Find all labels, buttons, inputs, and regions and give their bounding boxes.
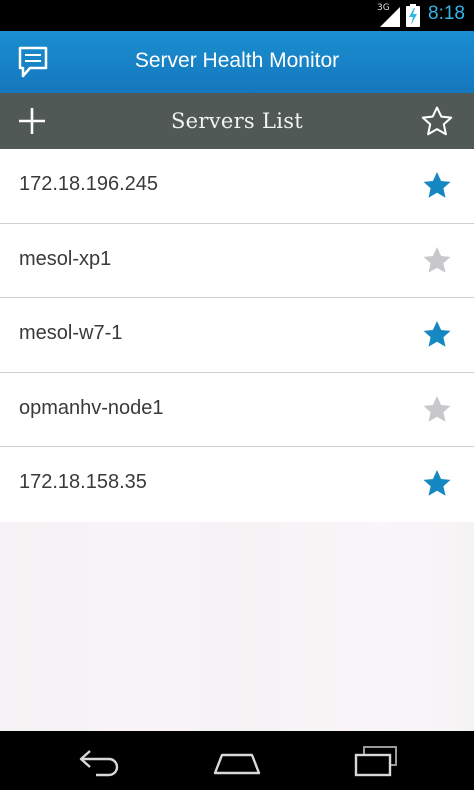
server-name: 172.18.196.245 <box>19 173 159 195</box>
clock: 8:18 <box>428 3 465 24</box>
server-list: 172.18.196.245 mesol-xp1 mesol-w7-1 opma… <box>0 149 474 731</box>
server-row[interactable]: mesol-xp1 <box>0 223 474 298</box>
home-icon[interactable] <box>212 745 262 777</box>
app-title: Server Health Monitor <box>134 49 340 72</box>
favorite-star-icon[interactable] <box>422 171 452 200</box>
servers-toolbar: Servers List <box>0 93 474 149</box>
server-name: mesol-xp1 <box>19 247 112 270</box>
favorite-star-icon[interactable] <box>422 469 452 498</box>
server-name: mesol-w7-1 <box>19 322 123 344</box>
server-row[interactable]: 172.18.196.245 <box>0 149 474 224</box>
signal-strength-icon <box>380 7 400 27</box>
app-header: Server Health Monitor <box>0 31 474 93</box>
server-name: opmanhv-node1 <box>19 396 164 419</box>
status-bar: 3G 8:18 <box>0 0 474 31</box>
server-row[interactable]: opmanhv-node1 <box>0 372 474 447</box>
favorite-star-icon[interactable] <box>422 246 452 275</box>
server-row[interactable]: mesol-w7-1 <box>0 298 474 373</box>
favorites-filter-star-icon[interactable] <box>421 106 453 136</box>
back-arrow-icon[interactable] <box>76 745 122 777</box>
servers-list-title: Servers List <box>170 109 304 133</box>
server-name: 172.18.158.35 <box>19 471 147 493</box>
recent-apps-icon[interactable] <box>352 745 400 777</box>
server-row[interactable]: 172.18.158.35 <box>0 447 474 522</box>
favorite-star-icon[interactable] <box>422 320 452 349</box>
battery-charging-icon <box>406 4 420 27</box>
favorite-star-icon[interactable] <box>422 395 452 424</box>
navigation-bar <box>0 731 474 790</box>
